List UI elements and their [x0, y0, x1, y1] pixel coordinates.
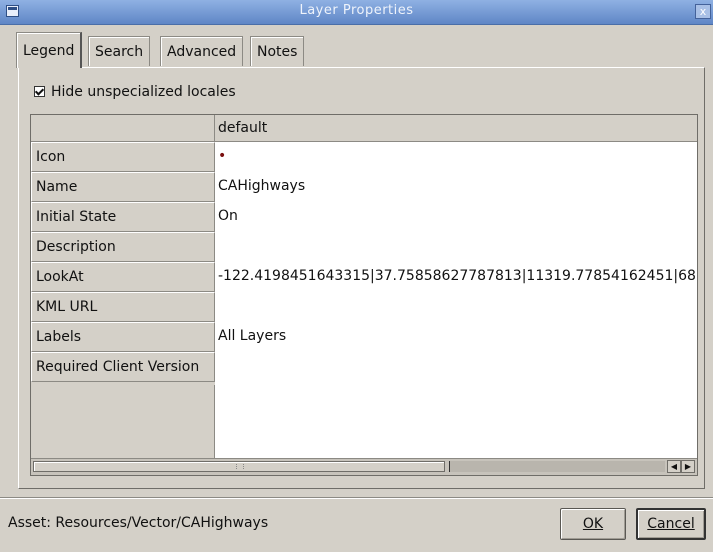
row-header-description[interactable]: Description	[31, 232, 215, 262]
row-header-initial-state[interactable]: Initial State	[31, 202, 215, 232]
cell-lookat[interactable]: -122.4198451643315|37.75858627787813|113…	[218, 262, 697, 292]
scrollbar-track[interactable]	[449, 461, 665, 472]
properties-grid: default Icon Name Initial State Descript…	[30, 114, 698, 476]
column-header-default[interactable]: default	[215, 115, 697, 142]
title-bar: Layer Properties x	[0, 0, 713, 25]
row-header-required-client-version[interactable]: Required Client Version	[31, 352, 215, 382]
window-title: Layer Properties	[299, 3, 414, 18]
tab-search[interactable]: Search	[88, 36, 151, 66]
row-header-name[interactable]: Name	[31, 172, 215, 202]
tab-legend[interactable]: Legend	[16, 32, 83, 68]
cell-initial-state[interactable]: On	[218, 202, 238, 232]
grid-cells: • CAHighways On -122.4198451643315|37.75…	[215, 142, 697, 459]
asset-path: Asset: Resources/Vector/CAHighways	[8, 515, 269, 531]
row-header-filler	[31, 385, 215, 459]
cancel-button-label: Cancel	[647, 516, 695, 532]
scroll-left-arrow-icon[interactable]: ◀	[667, 460, 681, 473]
ok-button[interactable]: OK	[560, 508, 626, 540]
scrollbar-thumb[interactable]	[33, 461, 445, 472]
cell-icon-dot[interactable]: •	[218, 142, 226, 172]
grid-corner	[31, 115, 215, 142]
row-header-labels[interactable]: Labels	[31, 322, 215, 352]
hide-unspecialized-checkbox[interactable]	[34, 86, 45, 97]
row-header-kml-url[interactable]: KML URL	[31, 292, 215, 322]
close-button[interactable]: x	[695, 4, 711, 19]
hide-unspecialized-row[interactable]: Hide unspecialized locales	[34, 84, 236, 100]
tab-advanced[interactable]: Advanced	[160, 36, 244, 66]
scroll-right-arrow-icon[interactable]: ▶	[681, 460, 695, 473]
cancel-button[interactable]: Cancel	[636, 508, 706, 540]
horizontal-scrollbar[interactable]: ◀ ▶	[31, 458, 697, 475]
row-header-lookat[interactable]: LookAt	[31, 262, 215, 292]
footer-separator	[0, 497, 713, 499]
row-header-icon[interactable]: Icon	[31, 142, 215, 172]
cell-labels[interactable]: All Layers	[218, 322, 286, 352]
hide-unspecialized-label: Hide unspecialized locales	[51, 84, 236, 100]
cell-name[interactable]: CAHighways	[218, 172, 305, 202]
tab-notes[interactable]: Notes	[250, 36, 305, 66]
ok-button-label: OK	[582, 516, 604, 532]
